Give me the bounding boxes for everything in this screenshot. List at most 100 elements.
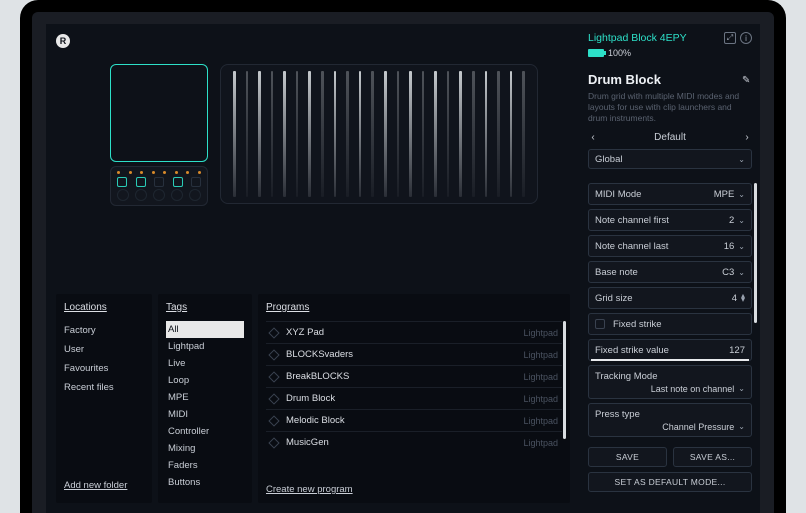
param-midi-mode[interactable]: MIDI Mode MPE⌄ bbox=[588, 183, 752, 205]
led-dot bbox=[152, 171, 155, 174]
parameter-list: MIDI Mode MPE⌄ Note channel first 2⌄ Not… bbox=[588, 183, 752, 437]
program-row[interactable]: BreakBLOCKSLightpad bbox=[266, 365, 562, 387]
checkbox-icon[interactable] bbox=[595, 319, 605, 329]
chevron-down-icon: ⌄ bbox=[738, 422, 745, 431]
chevron-down-icon: ⌄ bbox=[738, 190, 745, 199]
add-new-folder-link[interactable]: Add new folder bbox=[64, 476, 144, 495]
locations-header: Locations bbox=[64, 302, 144, 313]
param-note-channel-last[interactable]: Note channel last 16⌄ bbox=[588, 235, 752, 257]
chevron-down-icon: ⌄ bbox=[738, 242, 745, 251]
tag-item[interactable]: MIDI bbox=[166, 406, 244, 423]
led-dot bbox=[175, 171, 178, 174]
tag-item[interactable]: Live bbox=[166, 355, 244, 372]
program-kind: Lightpad bbox=[523, 328, 558, 338]
chevron-down-icon: ⌄ bbox=[738, 268, 745, 277]
led-dot bbox=[140, 171, 143, 174]
device-layout bbox=[110, 64, 538, 294]
program-name: MusicGen bbox=[286, 437, 523, 448]
tag-item[interactable]: MPE bbox=[166, 389, 244, 406]
tag-item[interactable]: Mixing bbox=[166, 440, 244, 457]
expand-icon[interactable]: ⤢ bbox=[724, 32, 736, 44]
program-description: Drum grid with multiple MIDI modes and l… bbox=[588, 91, 752, 124]
tag-item[interactable]: Faders bbox=[166, 457, 244, 474]
program-kind: Lightpad bbox=[523, 372, 558, 382]
round-button[interactable] bbox=[171, 189, 183, 201]
tag-item[interactable]: Lightpad bbox=[166, 338, 244, 355]
lightpad-control-strip[interactable] bbox=[110, 166, 208, 206]
location-item[interactable]: Favourites bbox=[64, 359, 144, 378]
led-dot bbox=[129, 171, 132, 174]
mode-icon[interactable] bbox=[117, 177, 127, 187]
program-kind: Lightpad bbox=[523, 394, 558, 404]
round-button[interactable] bbox=[153, 189, 165, 201]
led-dot bbox=[198, 171, 201, 174]
tag-item[interactable]: Loop bbox=[166, 372, 244, 389]
lightpad-block-preview[interactable] bbox=[110, 64, 208, 294]
tag-item[interactable]: Buttons bbox=[166, 474, 244, 491]
param-tracking-mode[interactable]: Tracking Mode Last note on channel⌄ bbox=[588, 365, 752, 399]
parameter-scrollbar[interactable] bbox=[754, 183, 757, 323]
scope-select[interactable]: Global ⌄ bbox=[588, 149, 752, 169]
location-item[interactable]: Factory bbox=[64, 321, 144, 340]
seaboard-preview[interactable] bbox=[220, 64, 538, 204]
program-row[interactable]: MusicGenLightpad bbox=[266, 431, 562, 453]
app-logo: R bbox=[56, 34, 70, 48]
round-button[interactable] bbox=[135, 189, 147, 201]
chevron-down-icon: ⌄ bbox=[738, 384, 745, 393]
tag-item[interactable]: All bbox=[166, 321, 244, 338]
inspector-panel: Lightpad Block 4EPY ⤢ i 100% Drum Block … bbox=[580, 24, 760, 513]
left-column: R bbox=[46, 24, 580, 513]
param-press-type[interactable]: Press type Channel Pressure⌄ bbox=[588, 403, 752, 437]
led-dot bbox=[186, 171, 189, 174]
programs-panel: Programs XYZ PadLightpadBLOCKSvadersLigh… bbox=[258, 294, 570, 503]
battery-status: 100% bbox=[588, 48, 752, 58]
edit-icon[interactable]: ✎ bbox=[742, 75, 752, 85]
program-kind: Lightpad bbox=[523, 416, 558, 426]
chevron-down-icon: ⌄ bbox=[738, 216, 745, 225]
scope-value: Global bbox=[595, 154, 622, 165]
info-icon[interactable]: i bbox=[740, 32, 752, 44]
locations-panel: Locations FactoryUserFavouritesRecent fi… bbox=[56, 294, 152, 503]
favourite-icon[interactable] bbox=[268, 371, 279, 382]
location-item[interactable]: User bbox=[64, 340, 144, 359]
lightpad-surface[interactable] bbox=[110, 64, 208, 162]
mode-icon[interactable] bbox=[154, 177, 164, 187]
favourite-icon[interactable] bbox=[268, 327, 279, 338]
param-fixed-strike[interactable]: Fixed strike bbox=[588, 313, 752, 335]
program-name: BLOCKSvaders bbox=[286, 349, 523, 360]
tags-header: Tags bbox=[166, 302, 244, 313]
favourite-icon[interactable] bbox=[268, 349, 279, 360]
led-dot bbox=[117, 171, 120, 174]
mode-icon[interactable] bbox=[136, 177, 146, 187]
round-button[interactable] bbox=[189, 189, 201, 201]
param-note-channel-first[interactable]: Note channel first 2⌄ bbox=[588, 209, 752, 231]
program-row[interactable]: Melodic BlockLightpad bbox=[266, 409, 562, 431]
set-default-mode-button[interactable]: SET AS DEFAULT MODE... bbox=[588, 472, 752, 492]
favourite-icon[interactable] bbox=[268, 393, 279, 404]
param-base-note[interactable]: Base note C3⌄ bbox=[588, 261, 752, 283]
program-browser: Locations FactoryUserFavouritesRecent fi… bbox=[46, 294, 580, 513]
mode-icon[interactable] bbox=[173, 177, 183, 187]
round-button[interactable] bbox=[117, 189, 129, 201]
program-row[interactable]: Drum BlockLightpad bbox=[266, 387, 562, 409]
program-name: Melodic Block bbox=[286, 415, 523, 426]
battery-percent: 100% bbox=[608, 48, 631, 58]
program-row[interactable]: XYZ PadLightpad bbox=[266, 321, 562, 343]
next-preset-button[interactable]: › bbox=[742, 132, 752, 143]
create-new-program-link[interactable]: Create new program bbox=[266, 478, 562, 495]
chevron-down-icon: ⌄ bbox=[738, 155, 745, 164]
location-item[interactable]: Recent files bbox=[64, 378, 144, 397]
param-grid-size[interactable]: Grid size 4▴▾ bbox=[588, 287, 752, 309]
tag-item[interactable]: Controller bbox=[166, 423, 244, 440]
save-as-button[interactable]: SAVE AS... bbox=[673, 447, 752, 467]
programs-scrollbar[interactable] bbox=[563, 321, 566, 439]
favourite-icon[interactable] bbox=[268, 437, 279, 448]
prev-preset-button[interactable]: ‹ bbox=[588, 132, 598, 143]
program-name: Drum Block bbox=[286, 393, 523, 404]
param-fixed-strike-value[interactable]: Fixed strike value 127 bbox=[588, 339, 752, 361]
program-row[interactable]: BLOCKSvadersLightpad bbox=[266, 343, 562, 365]
program-kind: Lightpad bbox=[523, 438, 558, 448]
favourite-icon[interactable] bbox=[268, 415, 279, 426]
save-button[interactable]: SAVE bbox=[588, 447, 667, 467]
mode-icon[interactable] bbox=[191, 177, 201, 187]
